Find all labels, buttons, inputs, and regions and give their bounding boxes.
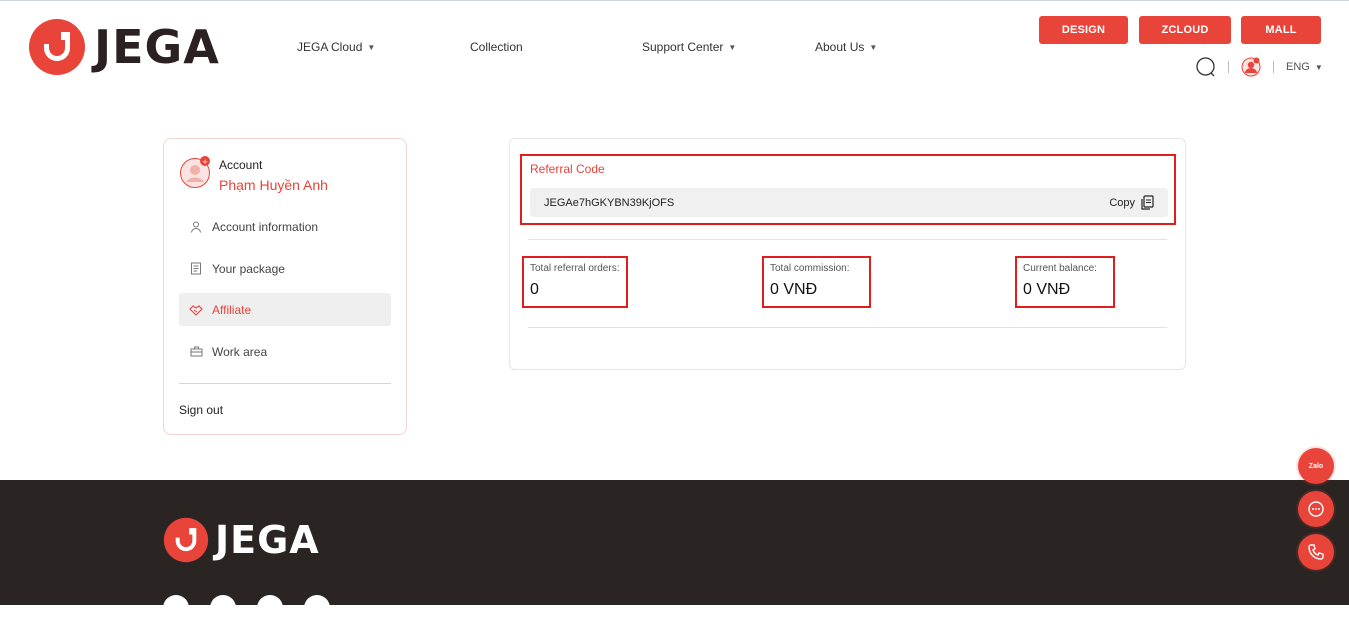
caret-down-icon: ▼ bbox=[1314, 62, 1323, 72]
referral-code-value[interactable]: JEGAe7hGKYBN39KjOFS bbox=[544, 197, 674, 209]
referral-code-field: JEGAe7hGKYBN39KjOFS Copy bbox=[530, 188, 1168, 217]
caret-down-icon: ▼ bbox=[869, 42, 878, 52]
sidebar-item-account-information[interactable]: Account information bbox=[179, 210, 391, 243]
account-label: Account bbox=[219, 158, 263, 172]
caret-down-icon: ▼ bbox=[728, 42, 737, 52]
stat-value: 0 VNĐ bbox=[770, 281, 818, 298]
footer: JEGA bbox=[0, 480, 1349, 621]
facebook-icon[interactable] bbox=[163, 595, 189, 621]
stat-label: Current balance: bbox=[1023, 263, 1097, 274]
divider bbox=[1228, 61, 1229, 73]
nav-label: About Us bbox=[815, 40, 865, 54]
jega-logo-icon bbox=[163, 517, 209, 563]
jega-logo-icon bbox=[29, 19, 85, 75]
account-header: + Account Phạm Huyền Anh bbox=[179, 156, 328, 193]
zalo-chat-button[interactable]: Zalo bbox=[1298, 448, 1334, 484]
nav-label: JEGA Cloud bbox=[297, 40, 363, 54]
stat-value: 0 VNĐ bbox=[1023, 281, 1071, 298]
stat-current-balance: Current balance: 0 VNĐ bbox=[1015, 256, 1115, 308]
user-name: Phạm Huyền Anh bbox=[219, 177, 328, 193]
phone-icon bbox=[1308, 544, 1324, 560]
account-sidebar: + Account Phạm Huyền Anh Account informa… bbox=[163, 138, 407, 435]
divider bbox=[528, 239, 1167, 240]
caret-down-icon: ▼ bbox=[367, 42, 376, 52]
divider bbox=[528, 327, 1167, 328]
stat-total-referral-orders: Total referral orders: 0 bbox=[522, 256, 628, 308]
language-selector[interactable]: ENG ▼ bbox=[1286, 61, 1323, 73]
nav-collection[interactable]: Collection bbox=[470, 40, 523, 54]
handshake-icon bbox=[189, 303, 203, 317]
zalo-label: Zalo bbox=[1308, 462, 1324, 470]
sidebar-item-work-area[interactable]: Work area bbox=[179, 335, 391, 368]
messenger-chat-button[interactable] bbox=[1298, 491, 1334, 527]
affiliate-card: Referral Code JEGAe7hGKYBN39KjOFS Copy T… bbox=[509, 138, 1186, 370]
copy-label: Copy bbox=[1109, 196, 1135, 209]
copy-icon bbox=[1141, 195, 1154, 210]
chat-bubble-icon bbox=[1308, 501, 1324, 517]
language-label: ENG bbox=[1286, 61, 1310, 73]
stat-label: Total referral orders: bbox=[530, 263, 620, 274]
youtube-icon[interactable] bbox=[210, 595, 236, 621]
footer-logo-text: JEGA bbox=[215, 518, 320, 562]
user-avatar-icon[interactable] bbox=[1241, 57, 1261, 77]
stat-total-commission: Total commission: 0 VNĐ bbox=[762, 256, 871, 308]
sign-out-link[interactable]: Sign out bbox=[179, 403, 223, 417]
instagram-icon[interactable] bbox=[257, 595, 283, 621]
zcloud-button[interactable]: ZCLOUD bbox=[1139, 16, 1231, 44]
divider bbox=[1273, 61, 1274, 73]
copy-button[interactable]: Copy bbox=[1109, 195, 1154, 210]
mall-button[interactable]: MALL bbox=[1241, 16, 1321, 44]
sidebar-item-label: Your package bbox=[212, 261, 285, 276]
nav-about-us[interactable]: About Us ▼ bbox=[815, 40, 877, 54]
stat-label: Total commission: bbox=[770, 263, 850, 274]
top-border bbox=[0, 0, 1349, 1]
svg-text:+: + bbox=[202, 158, 208, 166]
sidebar-item-label: Account information bbox=[212, 219, 319, 234]
nav-label: Collection bbox=[470, 40, 523, 54]
sidebar-divider bbox=[179, 383, 391, 384]
sidebar-item-label: Work area bbox=[212, 344, 268, 359]
document-icon bbox=[189, 262, 203, 276]
stat-value: 0 bbox=[530, 281, 539, 298]
person-icon bbox=[189, 220, 203, 234]
referral-code-section: Referral Code JEGAe7hGKYBN39KjOFS Copy bbox=[520, 154, 1176, 225]
logo-text: JEGA bbox=[94, 20, 220, 74]
sidebar-item-label: Affiliate bbox=[212, 302, 252, 317]
site-logo[interactable]: JEGA bbox=[28, 18, 220, 76]
footer-logo[interactable]: JEGA bbox=[163, 517, 320, 563]
sidebar-item-your-package[interactable]: Your package bbox=[179, 252, 391, 285]
nav-support-center[interactable]: Support Center ▼ bbox=[642, 40, 736, 54]
design-button[interactable]: DESIGN bbox=[1039, 16, 1128, 44]
sidebar-item-affiliate[interactable]: Affiliate bbox=[179, 293, 391, 326]
phone-call-button[interactable] bbox=[1298, 534, 1334, 570]
tiktok-icon[interactable] bbox=[304, 595, 330, 621]
account-avatar-icon: + bbox=[180, 156, 210, 188]
utility-bar: ENG ▼ bbox=[1196, 57, 1323, 77]
nav-jega-cloud[interactable]: JEGA Cloud ▼ bbox=[297, 40, 375, 54]
nav-label: Support Center bbox=[642, 40, 724, 54]
briefcase-icon bbox=[189, 345, 203, 359]
search-icon[interactable] bbox=[1196, 57, 1216, 77]
referral-code-title: Referral Code bbox=[530, 162, 605, 176]
